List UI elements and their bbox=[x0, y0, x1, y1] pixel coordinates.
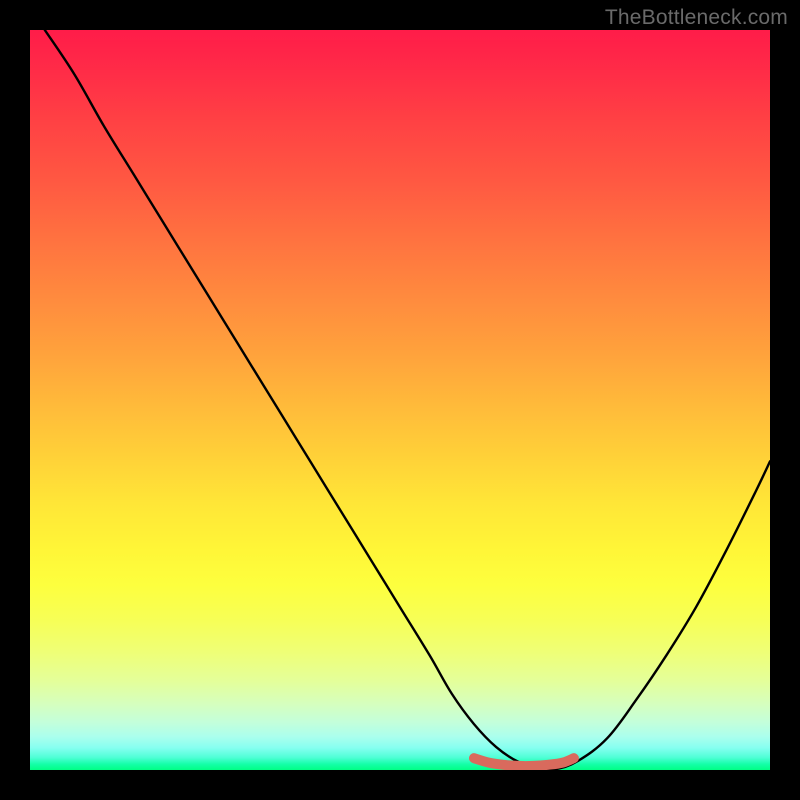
highlight-segment bbox=[474, 758, 574, 766]
bottleneck-curve bbox=[45, 30, 770, 770]
attribution-label: TheBottleneck.com bbox=[605, 6, 788, 30]
chart-plot-area bbox=[30, 30, 770, 770]
chart-svg bbox=[30, 30, 770, 770]
